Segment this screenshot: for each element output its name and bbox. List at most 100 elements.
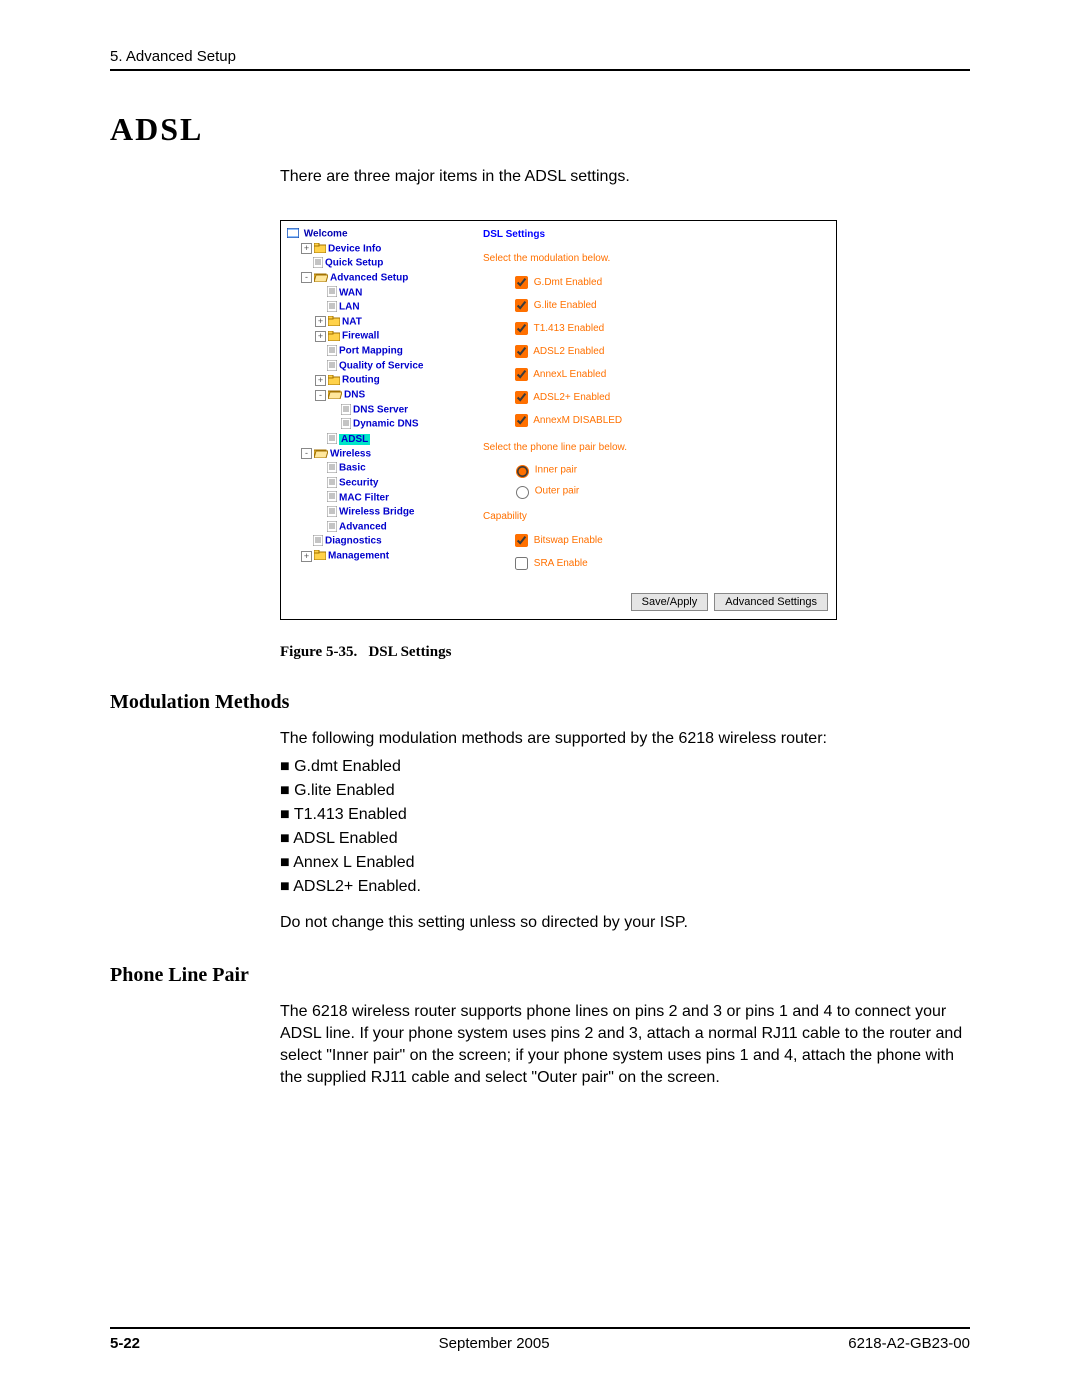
tree-item[interactable]: Quality of Service [287,359,467,374]
tree-item[interactable]: Wireless Bridge [287,505,467,520]
modulation-checkbox[interactable] [515,391,528,404]
modulation-label: G.Dmt Enabled [531,277,602,288]
tree-item[interactable]: Port Mapping [287,344,467,359]
tree-item[interactable]: ADSL [287,432,467,447]
capability-checkbox[interactable] [515,534,528,547]
modulation-option: AnnexM DISABLED [511,411,826,430]
folder-closed-icon [328,373,340,387]
modulation-option: ADSL2 Enabled [511,342,826,361]
pair-radio[interactable] [516,486,529,499]
tree-item-label: Basic [339,463,366,474]
figure-body: Welcome +Device InfoQuick Setup-Advanced… [281,221,836,587]
expand-icon[interactable]: + [301,243,312,254]
dsl-mod-label: Select the modulation below. [483,251,826,267]
tree-item[interactable]: + Device Info [287,242,467,257]
modulation-checkbox[interactable] [515,414,528,427]
collapse-icon[interactable]: - [315,390,326,401]
file-icon [327,505,337,519]
save-apply-button[interactable]: Save/Apply [631,593,709,611]
tree-item[interactable]: LAN [287,300,467,315]
footer-date: September 2005 [439,1335,550,1352]
file-icon [327,432,337,446]
pair-option: Inner pair [511,462,826,479]
phone-heading: Phone Line Pair [110,964,970,987]
tree-item[interactable]: Basic [287,461,467,476]
tree-item[interactable]: Diagnostics [287,534,467,549]
modulation-body: The following modulation methods are sup… [280,728,970,934]
modulation-checkbox[interactable] [515,276,528,289]
tree-item[interactable]: WAN [287,286,467,301]
tree-item-label: DNS Server [353,404,408,415]
pair-radio[interactable] [516,465,529,478]
tree-item[interactable]: - Wireless [287,447,467,462]
capability-label: Bitswap Enable [531,535,603,546]
modulation-option: T1.413 Enabled [511,319,826,338]
tree-item[interactable]: -Advanced Setup [287,271,467,286]
tree-item-label: Quality of Service [339,360,423,371]
tree-item[interactable]: +NAT [287,315,467,330]
tree-item[interactable]: MAC Filter [287,491,467,506]
pair-option: Outer pair [511,483,826,500]
file-icon [327,300,337,314]
modulation-checkbox[interactable] [515,299,528,312]
file-icon [327,344,337,358]
footer-page-number: 5-22 [110,1335,140,1352]
modulation-label: AnnexL Enabled [531,369,606,380]
page-footer: 5-22 September 2005 6218-A2-GB23-00 [110,1327,970,1352]
file-icon [327,286,337,300]
folder-open-icon [314,271,328,285]
file-icon [327,491,337,505]
tree-item[interactable]: Quick Setup [287,256,467,271]
modulation-label: T1.413 Enabled [531,323,604,334]
tree-item[interactable]: Dynamic DNS [287,417,467,432]
tree-item-label: MAC Filter [339,492,389,503]
chapter-heading: 5. Advanced Setup [110,48,970,65]
modulation-checkbox[interactable] [515,322,528,335]
expand-icon[interactable]: + [315,316,326,327]
bullet-item: ADSL Enabled [280,828,970,850]
expand-icon[interactable]: + [301,551,312,562]
folder-closed-icon [328,315,340,329]
capability-option: Bitswap Enable [511,531,826,550]
advanced-settings-button[interactable]: Advanced Settings [714,593,828,611]
capability-checkbox[interactable] [515,557,528,570]
tree-item[interactable]: Security [287,476,467,491]
tree-item-label: Device Info [328,243,381,254]
tree-item[interactable]: -DNS [287,388,467,403]
folder-open-icon [328,388,342,402]
tree-welcome-label: Welcome [304,229,348,240]
bullet-item: G.lite Enabled [280,780,970,802]
dsl-panel: DSL Settings Select the modulation below… [473,221,836,587]
pair-label: Inner pair [532,465,577,476]
tree-item-label: Firewall [342,331,379,342]
modulation-label: AnnexM DISABLED [531,415,622,426]
tree-item[interactable]: Advanced [287,520,467,535]
collapse-icon[interactable]: - [301,448,312,459]
tree-item-label: Security [339,478,378,489]
header-rule [110,69,970,71]
tree-root[interactable]: Welcome [287,227,467,242]
tree-item[interactable]: +Routing [287,373,467,388]
file-icon [341,403,351,417]
tree-item-label: Port Mapping [339,346,403,357]
tree-item[interactable]: DNS Server [287,403,467,418]
tree-item-label: LAN [339,302,360,313]
dsl-pair-label: Select the phone line pair below. [483,440,826,456]
modulation-option: ADSL2+ Enabled [511,388,826,407]
tree-item-label: Wireless [330,448,371,459]
modulation-label: G.lite Enabled [531,300,597,311]
expand-icon[interactable]: + [315,375,326,386]
file-icon [327,461,337,475]
modulation-checkbox[interactable] [515,368,528,381]
figure-caption-prefix: Figure 5-35. [280,644,357,660]
collapse-icon[interactable]: - [301,272,312,283]
file-icon [327,359,337,373]
modulation-checkbox[interactable] [515,345,528,358]
modulation-note: Do not change this setting unless so dir… [280,912,970,934]
tree-item[interactable]: +Management [287,549,467,564]
expand-icon[interactable]: + [315,331,326,342]
pair-label: Outer pair [532,485,579,496]
modulation-heading: Modulation Methods [110,691,970,714]
tree-item[interactable]: + Firewall [287,329,467,344]
file-icon [313,534,323,548]
